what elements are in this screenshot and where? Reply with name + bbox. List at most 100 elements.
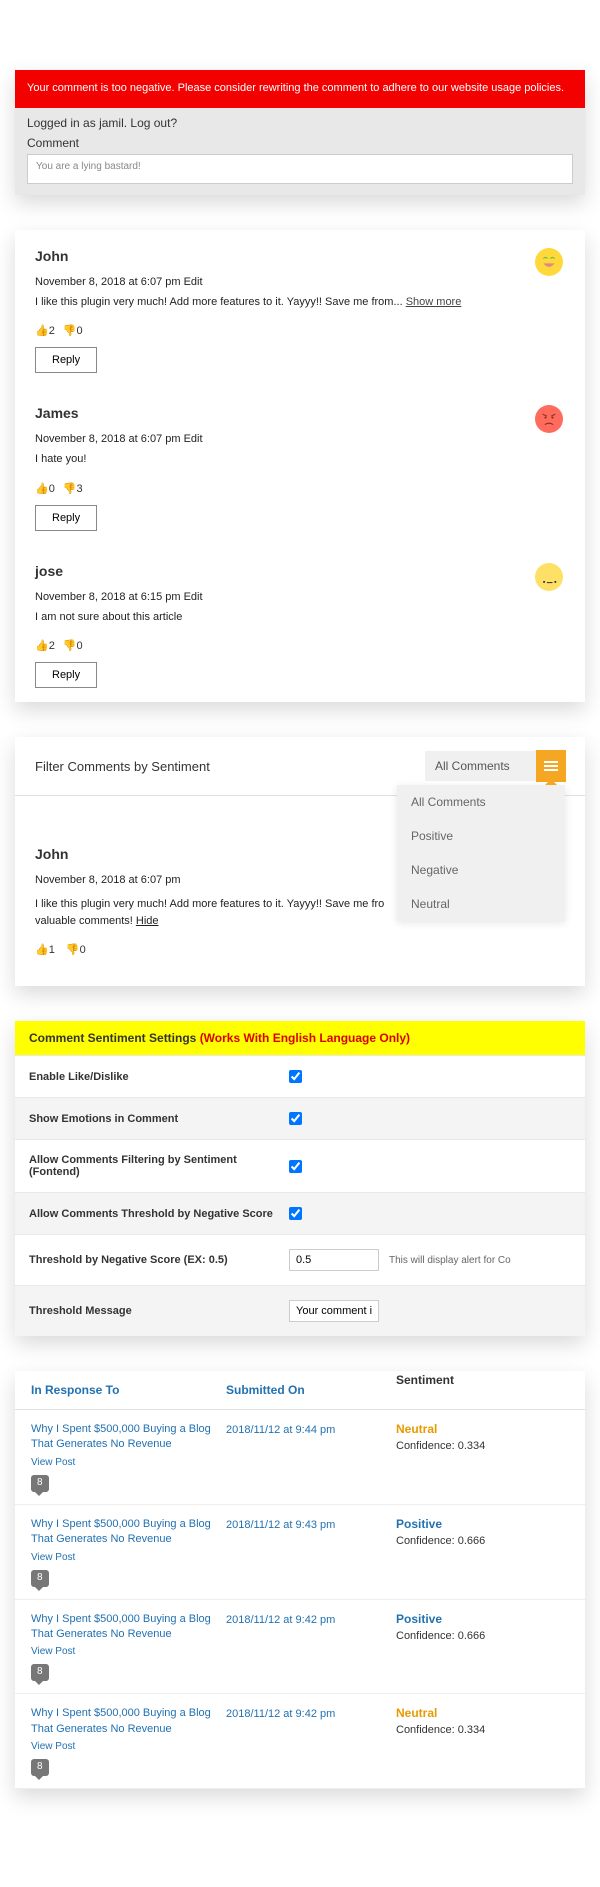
date-link[interactable]: 2018/11/12 at 9:42 pm: [226, 1614, 335, 1626]
dislike-count: 0: [80, 944, 86, 956]
admin-row: Why I Spent $500,000 Buying a Blog That …: [15, 1600, 585, 1695]
comment-textarea[interactable]: You are a lying bastard!: [27, 154, 573, 184]
comment-count-badge[interactable]: 8: [31, 1759, 49, 1776]
emoji-angry-icon: [535, 405, 563, 433]
filter-option[interactable]: Neutral: [397, 887, 565, 921]
emoji-happy-icon: [535, 248, 563, 276]
response-cell: Why I Spent $500,000 Buying a Blog That …: [31, 1612, 226, 1682]
sentiment-label: Neutral: [396, 1706, 569, 1720]
view-post-link[interactable]: View Post: [31, 1741, 226, 1752]
comment-text-line2: valuable comments!: [35, 915, 136, 927]
allow-filtering-checkbox[interactable]: [289, 1160, 302, 1173]
like-button[interactable]: 👍2: [35, 639, 55, 652]
comment-text-line1: I like this plugin very much! Add more f…: [35, 898, 384, 910]
edit-link[interactable]: Edit: [184, 433, 203, 445]
filter-option[interactable]: Positive: [397, 819, 565, 853]
like-button[interactable]: 👍1: [35, 943, 55, 956]
comment-meta: November 8, 2018 at 6:15 pm Edit: [35, 591, 565, 603]
like-count: 1: [49, 944, 55, 956]
vote-bar: 👍0 👎3: [35, 482, 565, 495]
post-title-link[interactable]: Why I Spent $500,000 Buying a Blog That …: [31, 1517, 226, 1548]
threshold-message-input[interactable]: [289, 1300, 379, 1322]
sentiment-cell: NeutralConfidence: 0.334: [396, 1706, 569, 1736]
comment-author: jose: [35, 563, 565, 579]
admin-row: Why I Spent $500,000 Buying a Blog That …: [15, 1694, 585, 1789]
post-title-link[interactable]: Why I Spent $500,000 Buying a Blog That …: [31, 1422, 226, 1453]
login-status: Logged in as jamil. Log out?: [27, 116, 573, 130]
edit-link[interactable]: Edit: [184, 276, 203, 288]
settings-panel: Comment Sentiment Settings (Works With E…: [15, 1021, 585, 1336]
setting-threshold-score: Threshold by Negative Score (EX: 0.5) Th…: [15, 1234, 585, 1285]
dislike-button[interactable]: 👎0: [63, 324, 83, 337]
post-title-link[interactable]: Why I Spent $500,000 Buying a Blog That …: [31, 1612, 226, 1643]
comment-label: Comment: [27, 136, 573, 150]
vote-bar: 👍1 👎0: [35, 943, 565, 956]
dislike-button[interactable]: 👎3: [63, 482, 83, 495]
date-cell: 2018/11/12 at 9:42 pm: [226, 1612, 396, 1626]
setting-allow-filtering: Allow Comments Filtering by Sentiment (F…: [15, 1139, 585, 1192]
filter-panel: Filter Comments by Sentiment All Comment…: [15, 737, 585, 986]
comment-form: Logged in as jamil. Log out? Comment You…: [15, 108, 585, 195]
setting-enable-like: Enable Like/Dislike: [15, 1055, 585, 1097]
enable-like-checkbox[interactable]: [289, 1070, 302, 1083]
date-link[interactable]: 2018/11/12 at 9:44 pm: [226, 1424, 335, 1436]
hamburger-icon: [544, 759, 558, 773]
admin-row: Why I Spent $500,000 Buying a Blog That …: [15, 1410, 585, 1505]
header-submitted[interactable]: Submitted On: [226, 1383, 396, 1397]
threshold-help: This will display alert for Co: [389, 1255, 511, 1266]
confidence-text: Confidence: 0.666: [396, 1535, 569, 1547]
setting-label: Allow Comments Threshold by Negative Sco…: [29, 1208, 289, 1220]
allow-threshold-checkbox[interactable]: [289, 1207, 302, 1220]
comment-count-badge[interactable]: 8: [31, 1570, 49, 1587]
comment-count-badge[interactable]: 8: [31, 1664, 49, 1681]
edit-link[interactable]: Edit: [184, 591, 203, 603]
reply-button[interactable]: Reply: [35, 347, 97, 373]
like-button[interactable]: 👍0: [35, 482, 55, 495]
like-button[interactable]: 👍2: [35, 324, 55, 337]
logout-link[interactable]: . Log out?: [124, 116, 177, 130]
response-cell: Why I Spent $500,000 Buying a Blog That …: [31, 1422, 226, 1492]
sentiment-label: Positive: [396, 1517, 569, 1531]
date-link[interactable]: 2018/11/12 at 9:42 pm: [226, 1708, 335, 1720]
filter-title: Filter Comments by Sentiment: [35, 759, 425, 774]
post-title-link[interactable]: Why I Spent $500,000 Buying a Blog That …: [31, 1706, 226, 1737]
response-cell: Why I Spent $500,000 Buying a Blog That …: [31, 1706, 226, 1776]
filter-option[interactable]: Negative: [397, 853, 565, 887]
reply-button[interactable]: Reply: [35, 505, 97, 531]
admin-table-header: In Response To Submitted On Sentiment: [15, 1371, 585, 1410]
view-post-link[interactable]: View Post: [31, 1457, 226, 1468]
dislike-button[interactable]: 👎0: [63, 639, 83, 652]
header-response[interactable]: In Response To: [31, 1383, 226, 1397]
settings-note: (Works With English Language Only): [200, 1031, 410, 1045]
emoji-neutral-icon: [535, 563, 563, 591]
setting-label: Enable Like/Dislike: [29, 1071, 289, 1083]
view-post-link[interactable]: View Post: [31, 1552, 226, 1563]
hamburger-menu-button[interactable]: [536, 750, 566, 782]
comments-panel: JohnNovember 8, 2018 at 6:07 pm EditI li…: [15, 230, 585, 703]
comment-meta: November 8, 2018 at 6:07 pm Edit: [35, 276, 565, 288]
comment-author: John: [35, 248, 565, 264]
filter-dropdown: All CommentsPositiveNegativeNeutral: [397, 785, 565, 921]
show-more-link[interactable]: Show more: [406, 296, 462, 308]
comment-text: I am not sure about this article: [35, 609, 565, 626]
setting-label: Threshold by Negative Score (EX: 0.5): [29, 1254, 289, 1266]
username-link[interactable]: jamil: [99, 116, 124, 130]
settings-header: Comment Sentiment Settings (Works With E…: [15, 1021, 585, 1055]
settings-title: Comment Sentiment Settings: [29, 1031, 200, 1045]
sentiment-label: Positive: [396, 1612, 569, 1626]
dislike-button[interactable]: 👎0: [66, 943, 86, 956]
comment-text: I hate you!: [35, 451, 565, 468]
header-sentiment: Sentiment: [396, 1373, 569, 1387]
comment-item: JohnNovember 8, 2018 at 6:07 pm EditI li…: [15, 230, 585, 388]
reply-button[interactable]: Reply: [35, 662, 97, 688]
date-link[interactable]: 2018/11/12 at 9:43 pm: [226, 1519, 335, 1531]
comment-count-badge[interactable]: 8: [31, 1475, 49, 1492]
threshold-value-input[interactable]: [289, 1249, 379, 1271]
show-emotions-checkbox[interactable]: [289, 1112, 302, 1125]
filter-option[interactable]: All Comments: [397, 785, 565, 819]
setting-allow-threshold: Allow Comments Threshold by Negative Sco…: [15, 1192, 585, 1234]
hide-link[interactable]: Hide: [136, 915, 159, 927]
comment-item: jose November 8, 2018 at 6:15 pm Edit I am…: [15, 545, 585, 703]
date-cell: 2018/11/12 at 9:43 pm: [226, 1517, 396, 1531]
view-post-link[interactable]: View Post: [31, 1646, 226, 1657]
